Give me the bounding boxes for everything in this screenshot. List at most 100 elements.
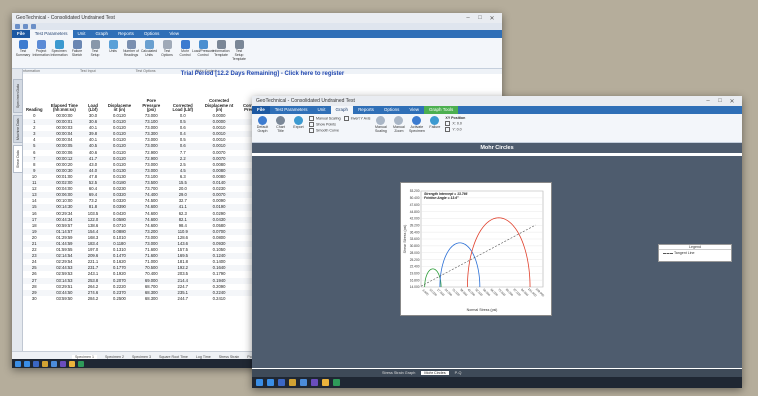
chart-title-button[interactable]: Chart Title xyxy=(273,116,288,140)
ribbon-button[interactable]: Mohr Control xyxy=(177,40,193,66)
bottom-tab[interactable]: Square Root Time xyxy=(159,355,188,359)
task-view-icon[interactable] xyxy=(33,360,39,367)
mohr-plot-panel[interactable]: 53.200 50.400 47.600 44.800 42.000 39.200 36.4… xyxy=(400,182,552,316)
menu-file[interactable]: File xyxy=(12,30,30,38)
friction-angle-annotation: Friction Angle = 13.6° xyxy=(424,196,459,200)
column-header[interactable]: Pore Pressure (psi) xyxy=(136,79,166,113)
menu-view[interactable]: View xyxy=(404,106,424,114)
ribbon-button[interactable]: Test Setup Template xyxy=(231,40,247,66)
tab-mohr-circles[interactable]: Mohr Circles xyxy=(421,371,449,375)
ribbon-button[interactable]: Test Setup xyxy=(87,40,103,66)
xy-position-panel: XY Position X: 0.0 Y: 0.0 xyxy=(445,116,465,140)
bottom-tab[interactable]: Specimen 3 xyxy=(132,355,151,359)
undo-icon[interactable] xyxy=(23,24,28,29)
smooth-curve-checkbox[interactable]: Smooth Curve xyxy=(309,128,341,133)
app-icon[interactable] xyxy=(69,360,75,367)
app-icon[interactable] xyxy=(78,360,84,367)
search-icon[interactable] xyxy=(24,360,30,367)
activate-specimen-button[interactable]: Activate Specimen xyxy=(409,116,425,140)
tab-stress-strain[interactable]: Stress Strain Graph xyxy=(382,371,415,375)
minimize-icon[interactable]: – xyxy=(702,98,714,104)
column-header[interactable]: Reading xyxy=(23,79,46,113)
table-cell[interactable]: 30 xyxy=(23,296,46,302)
bottom-tab[interactable]: Specimen 2 xyxy=(105,355,124,359)
start-icon[interactable] xyxy=(256,379,263,386)
column-header[interactable]: Corrected Displaceme nt (in) xyxy=(199,79,239,113)
column-header[interactable]: Displaceme nt (in) xyxy=(103,79,136,113)
menu-graph-tools[interactable]: Graph Tools xyxy=(424,106,459,114)
ribbon-button[interactable]: Specimen Information xyxy=(51,40,68,66)
bottom-tab[interactable]: Specimen 1 xyxy=(72,354,97,359)
table-cell[interactable]: 0.2500 xyxy=(103,296,136,302)
column-header[interactable]: Load (Lbf) xyxy=(83,79,103,113)
app-icon[interactable] xyxy=(322,379,329,386)
app-icon[interactable] xyxy=(333,379,340,386)
menu-graph[interactable]: Graph xyxy=(330,106,354,114)
mohr-chart[interactable]: 53.200 50.400 47.600 44.800 42.000 39.200 36.4… xyxy=(401,183,551,315)
folder-icon[interactable] xyxy=(42,360,48,367)
ribbon-button[interactable]: Test Options xyxy=(159,40,175,66)
ribbon-button[interactable]: Information Template xyxy=(213,40,229,66)
side-tab-specimen-data[interactable]: Specimen Data xyxy=(13,79,23,113)
show-points-checkbox[interactable]: Show Points xyxy=(309,122,341,127)
trial-banner[interactable]: Trial Period [12.2 Days Remaining] - Cli… xyxy=(23,69,502,79)
column-header[interactable]: Corrected Load (Lbf) xyxy=(166,79,199,113)
minimize-icon[interactable]: – xyxy=(462,15,474,21)
menu-unit[interactable]: Unit xyxy=(73,30,91,38)
invert-y-axis-checkbox[interactable]: Invert Y Axis xyxy=(344,116,371,121)
side-tab-shear-data[interactable]: Shear Data xyxy=(13,145,23,173)
table-cell[interactable]: 0.2410 xyxy=(199,296,239,302)
folder-icon[interactable] xyxy=(289,379,296,386)
ribbon-button[interactable]: Test Summary xyxy=(15,40,31,66)
ribbon-button[interactable]: Calculated Units xyxy=(141,40,157,66)
table-cell[interactable]: 68.300 xyxy=(136,296,166,302)
menu-unit[interactable]: Unit xyxy=(313,106,331,114)
bottom-tab[interactable]: Stress Strain xyxy=(219,355,240,359)
edge-icon[interactable] xyxy=(51,360,57,367)
manual-scaling-checkbox[interactable]: Manual Scaling xyxy=(309,116,341,121)
window-title: GeoTechnical - Consolidated Undrained Te… xyxy=(256,98,355,104)
menu-reports[interactable]: Reports xyxy=(353,106,379,114)
menu-reports[interactable]: Reports xyxy=(113,30,139,38)
task-view-icon[interactable] xyxy=(278,379,285,386)
save-icon[interactable] xyxy=(15,24,20,29)
menu-options[interactable]: Options xyxy=(139,30,165,38)
start-icon[interactable] xyxy=(15,360,21,367)
menu-test-parameters[interactable]: Test Parameters xyxy=(29,30,73,38)
ribbon-button[interactable]: Number of Readings xyxy=(123,40,139,66)
ribbon-button-icon xyxy=(18,40,28,49)
side-tab-machine-data[interactable]: Machine Data xyxy=(13,115,23,143)
maximize-icon[interactable]: □ xyxy=(714,98,726,104)
manual-zoom-button[interactable]: Manual Zoom xyxy=(391,116,406,140)
edge-icon[interactable] xyxy=(300,379,307,386)
menu-view[interactable]: View xyxy=(164,30,184,38)
bottom-tab[interactable]: Log Time xyxy=(196,355,211,359)
default-graph-button[interactable]: Default Graph xyxy=(255,116,270,140)
maximize-icon[interactable]: □ xyxy=(474,15,486,21)
ribbon-button[interactable]: Load/Pressure Control xyxy=(192,40,214,66)
table-cell[interactable]: 284.2 xyxy=(83,296,103,302)
failure-button[interactable]: Failure xyxy=(427,116,442,140)
export-button[interactable]: Export xyxy=(291,116,306,140)
ribbon-button-icon xyxy=(36,40,46,49)
close-icon[interactable]: ✕ xyxy=(726,98,738,105)
app-icon[interactable] xyxy=(60,360,66,367)
menu-graph[interactable]: Graph xyxy=(91,30,114,38)
ribbon-button[interactable]: Units xyxy=(105,40,121,66)
menu-file[interactable]: File xyxy=(252,106,270,114)
column-header[interactable]: Elapsed Time (hh:mm:ss) xyxy=(46,79,84,113)
menu-test-parameters[interactable]: Test Parameters xyxy=(270,106,313,114)
menu-options[interactable]: Options xyxy=(379,106,405,114)
tab-pq[interactable]: P-Q xyxy=(455,371,462,375)
close-icon[interactable]: ✕ xyxy=(486,15,498,22)
search-icon[interactable] xyxy=(267,379,274,386)
table-cell[interactable]: 03:59:50 xyxy=(46,296,84,302)
dashed-line-icon xyxy=(663,252,673,254)
app-icon[interactable] xyxy=(311,379,318,386)
ribbon-button[interactable]: Project Information xyxy=(33,40,49,66)
manual-scaling-button[interactable]: Manual Scaling xyxy=(373,116,388,140)
print-icon[interactable] xyxy=(31,24,36,29)
table-cell[interactable]: 244.7 xyxy=(166,296,199,302)
ribbon-button[interactable]: Failure Sketch xyxy=(69,40,85,66)
graph-ribbon: Default Graph Chart Title Export Manual … xyxy=(252,114,742,143)
